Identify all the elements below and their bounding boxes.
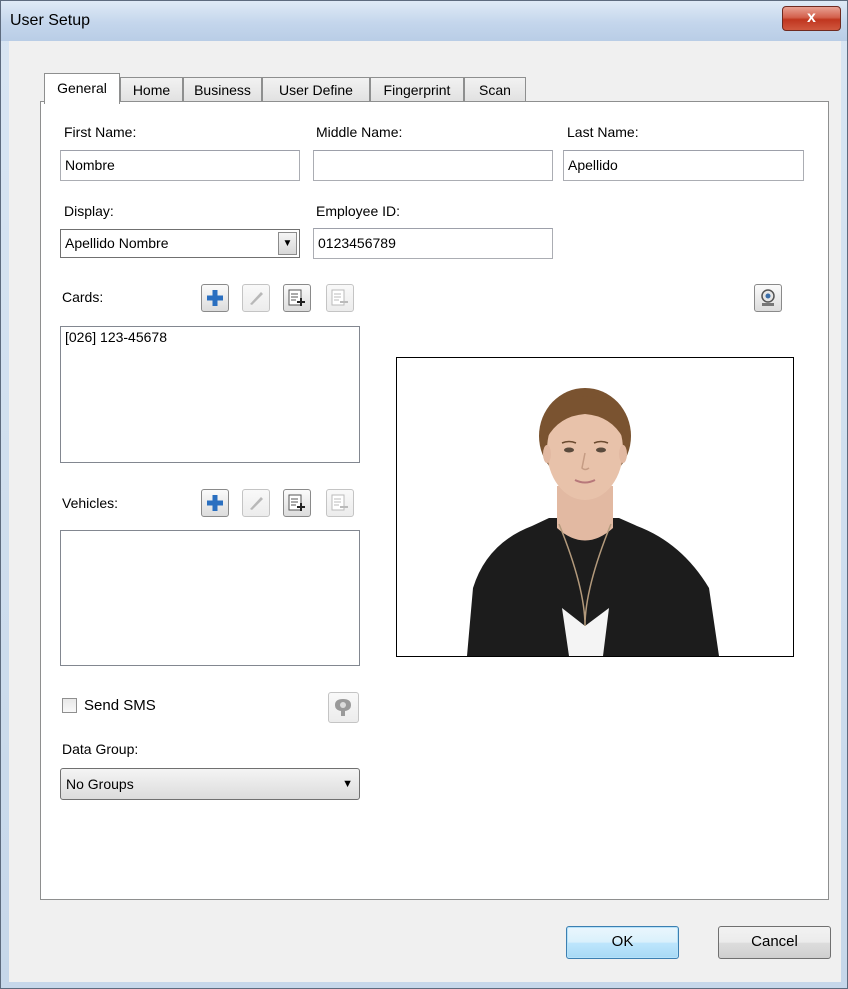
- vehicles-label: Vehicles:: [62, 495, 119, 511]
- add-icon: [207, 290, 223, 306]
- list-item[interactable]: [026] 123-45678: [65, 329, 355, 345]
- remove-vehicle-list-button[interactable]: [326, 489, 354, 517]
- last-name-label: Last Name:: [567, 124, 639, 140]
- last-name-field[interactable]: Apellido: [563, 150, 804, 181]
- employee-id-field[interactable]: 0123456789: [313, 228, 553, 259]
- add-icon: [207, 495, 223, 511]
- cancel-button[interactable]: Cancel: [718, 926, 831, 959]
- edit-vehicle-button[interactable]: [242, 489, 270, 517]
- add-vehicle-button[interactable]: [201, 489, 229, 517]
- vehicles-list[interactable]: [60, 530, 360, 666]
- tab-general[interactable]: General: [44, 73, 120, 104]
- portrait-image: [467, 388, 719, 656]
- send-sms-label: Send SMS: [84, 697, 156, 714]
- remove-card-list-button[interactable]: [326, 284, 354, 312]
- employee-id-label: Employee ID:: [316, 203, 401, 219]
- chevron-down-icon[interactable]: ▼: [342, 769, 353, 799]
- tab-fingerprint[interactable]: Fingerprint: [370, 77, 464, 103]
- cards-label: Cards:: [62, 289, 104, 305]
- display-select[interactable]: Apellido Nombre ▼: [60, 229, 300, 258]
- display-select-value: Apellido Nombre: [65, 235, 169, 251]
- tab-scan[interactable]: Scan: [464, 77, 526, 103]
- remove-list-icon: [331, 289, 348, 306]
- middle-name-field[interactable]: [313, 150, 553, 181]
- title-bar[interactable]: User Setup x: [1, 1, 847, 41]
- tab-home[interactable]: Home: [120, 77, 183, 103]
- chevron-down-icon[interactable]: ▼: [278, 232, 297, 255]
- edit-card-button[interactable]: [242, 284, 270, 312]
- ok-button[interactable]: OK: [566, 926, 679, 959]
- sms-settings-button[interactable]: [328, 692, 359, 723]
- user-photo: [396, 357, 794, 657]
- middle-name-label: Middle Name:: [316, 124, 403, 140]
- import-list-icon: [288, 494, 305, 511]
- data-group-label: Data Group:: [62, 741, 139, 757]
- add-card-button[interactable]: [201, 284, 229, 312]
- sms-profile-icon: [335, 699, 351, 716]
- import-list-icon: [288, 289, 305, 306]
- import-card-list-button[interactable]: [283, 284, 311, 312]
- first-name-label: First Name:: [64, 124, 137, 140]
- webcam-capture-button[interactable]: [754, 284, 782, 312]
- edit-icon: [250, 497, 263, 510]
- send-sms-checkbox[interactable]: [62, 698, 77, 713]
- cards-list[interactable]: [026] 123-45678: [60, 326, 360, 463]
- window-title: User Setup: [10, 12, 91, 29]
- tab-business[interactable]: Business: [183, 77, 262, 103]
- data-group-value: No Groups: [66, 776, 134, 792]
- close-button[interactable]: x: [782, 6, 841, 31]
- remove-list-icon: [331, 494, 348, 511]
- import-vehicle-list-button[interactable]: [283, 489, 311, 517]
- webcam-icon: [761, 289, 775, 306]
- edit-icon: [250, 292, 263, 305]
- display-label: Display:: [64, 203, 114, 219]
- first-name-field[interactable]: Nombre: [60, 150, 300, 181]
- data-group-select[interactable]: No Groups ▼: [60, 768, 360, 800]
- tab-user-define[interactable]: User Define: [262, 77, 370, 103]
